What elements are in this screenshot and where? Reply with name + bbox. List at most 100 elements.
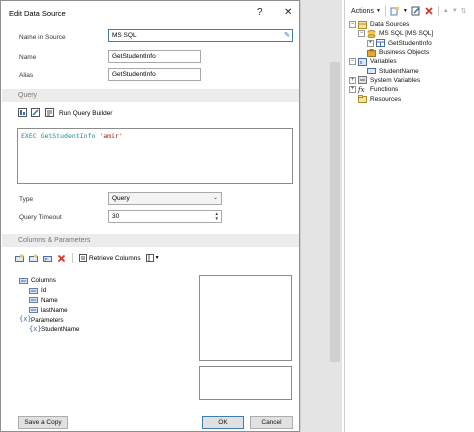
help-button[interactable]: ?	[257, 7, 263, 18]
spin-arrows-icon[interactable]: ▲ ▼	[215, 211, 219, 221]
tree-item-resources[interactable]: Resources	[349, 94, 474, 104]
tree-item-data-sources[interactable]: − Data Sources	[349, 20, 474, 29]
resources-icon	[358, 95, 367, 104]
column-options-button[interactable]: ▼	[145, 254, 160, 262]
toolbar-separator	[437, 6, 439, 16]
new-item-icon[interactable]	[390, 6, 400, 16]
tree-item-label: Variables	[370, 58, 397, 66]
collapse-icon[interactable]: −	[349, 58, 356, 66]
function-icon: fx	[358, 85, 365, 94]
query-arg-text: 'amir'	[99, 132, 123, 140]
tree-item-system-variables[interactable]: + System Variables	[349, 76, 474, 85]
dialog-titlebar[interactable]: Edit Data Source	[1, 1, 299, 25]
query-editor[interactable]: EXEC GetStudentInfo 'amir'	[17, 128, 293, 184]
tree-item-label: Id	[41, 287, 47, 295]
columns-toolbar: P Retrieve Columns ▼	[15, 252, 160, 264]
parameter-icon: {x}	[29, 324, 42, 333]
svg-text:x: x	[360, 60, 363, 66]
timeout-stepper[interactable]: 30 ▲ ▼	[108, 210, 222, 223]
expand-icon[interactable]: +	[349, 76, 356, 84]
tree-item-label: StudentName	[41, 326, 80, 334]
tree-item-column[interactable]: abc lastName	[19, 305, 189, 315]
new-calc-column-icon[interactable]	[29, 253, 38, 263]
actions-menu[interactable]: Actions ▼	[351, 8, 381, 15]
save-copy-button[interactable]: Save a Copy	[18, 416, 68, 429]
tree-item-column[interactable]: abc Id	[19, 286, 189, 296]
type-value: Query	[112, 195, 130, 202]
columns-section-header: Columns & Parameters	[2, 234, 299, 247]
name-label: Name	[19, 54, 37, 61]
delete-icon[interactable]	[424, 6, 434, 16]
variables-icon: x	[358, 57, 367, 66]
column-icon: abc	[29, 307, 38, 314]
name-in-source-field[interactable]: MS SQL ✎	[108, 29, 293, 42]
tree-item-label: MS SQL [MS SQL]	[379, 30, 434, 38]
chevron-down-icon: ▼	[375, 8, 381, 14]
table-icon	[376, 39, 385, 48]
query-section-header: Query	[2, 89, 299, 102]
toolbar-separator	[384, 6, 386, 16]
tree-item-label: System Variables	[370, 76, 421, 84]
type-dropdown[interactable]: Query ⌄	[108, 192, 222, 205]
designer-scrollbar[interactable]	[330, 62, 340, 362]
tree-item-business-objects[interactable]: Business Objects	[349, 48, 474, 57]
type-label: Type	[19, 196, 34, 203]
delete-icon[interactable]	[57, 254, 66, 263]
expand-icon[interactable]: +	[367, 39, 374, 47]
tree-item-label: StudentName	[379, 67, 419, 75]
tree-item-label: Resources	[370, 95, 402, 103]
tree-item-label: GetStudentInfo	[388, 39, 432, 47]
toolbar-separator	[72, 253, 73, 263]
move-down-icon[interactable]: ▼	[452, 8, 458, 14]
collapse-icon[interactable]: −	[358, 30, 365, 38]
tree-item-get-student-info[interactable]: + GetStudentInfo	[349, 39, 474, 48]
ok-button[interactable]: OK	[202, 416, 244, 429]
edit-query-icon[interactable]	[31, 108, 40, 117]
column-icon: abc	[29, 297, 38, 304]
new-parameter-icon[interactable]: P	[43, 254, 52, 263]
description-box[interactable]	[199, 366, 292, 400]
new-column-icon[interactable]	[15, 254, 24, 263]
tree-item-label: Name	[41, 296, 58, 304]
collapse-icon[interactable]: −	[349, 21, 356, 29]
name-value: GetStudentInfo	[112, 53, 156, 60]
cancel-button[interactable]: Cancel	[250, 416, 293, 429]
database-icon	[367, 29, 376, 39]
query-toolbar-icon[interactable]	[18, 108, 27, 117]
actions-label: Actions	[351, 7, 374, 15]
query-builder-icon[interactable]	[45, 108, 54, 117]
tree-item-functions[interactable]: + fx Functions	[349, 85, 474, 94]
edit-data-source-dialog: Edit Data Source ? ✕ Name in Source MS S…	[0, 0, 300, 432]
dictionary-panel: Actions ▼ ▼ ▲ ▼ ⇅ − Data Sources − MS SQ…	[344, 0, 474, 432]
run-query-builder-button[interactable]: Run Query Builder	[59, 110, 112, 117]
move-up-icon[interactable]: ▲	[443, 8, 449, 14]
chevron-down-icon: ▼	[154, 255, 160, 261]
pencil-icon[interactable]: ✎	[284, 30, 290, 41]
retrieve-columns-button[interactable]: Retrieve Columns	[79, 254, 141, 262]
columns-icon: abc	[19, 277, 28, 284]
edit-icon[interactable]	[411, 6, 421, 16]
name-in-source-label: Name in Source	[19, 34, 66, 41]
tree-item-label: Business Objects	[379, 49, 430, 57]
properties-box[interactable]	[199, 275, 292, 361]
tree-item-columns[interactable]: abc Columns	[19, 276, 189, 286]
close-button[interactable]: ✕	[284, 7, 292, 18]
tree-item-column[interactable]: abc Name	[19, 296, 189, 306]
tree-item-ms-sql[interactable]: − MS SQL [MS SQL]	[349, 29, 474, 39]
tree-item-parameter[interactable]: {x} StudentName	[19, 325, 189, 335]
retrieve-columns-icon	[79, 254, 87, 262]
chevron-down-icon[interactable]: ▼	[403, 8, 408, 14]
dictionary-tree: − Data Sources − MS SQL [MS SQL] + GetSt…	[349, 20, 474, 104]
tree-item-student-name[interactable]: StudentName	[349, 66, 474, 75]
tree-item-label: lastName	[41, 306, 68, 314]
name-field[interactable]: GetStudentInfo	[108, 50, 201, 63]
expand-icon[interactable]: +	[349, 86, 356, 94]
svg-text:P: P	[45, 257, 48, 262]
tree-item-variables[interactable]: − x Variables	[349, 57, 474, 66]
column-options-icon	[145, 254, 154, 262]
sort-icon[interactable]: ⇅	[461, 7, 467, 15]
dialog-title: Edit Data Source	[9, 8, 66, 18]
system-variables-icon	[358, 76, 367, 85]
tree-item-parameters[interactable]: {x} Parameters	[19, 315, 189, 325]
alias-field[interactable]: GetStudentInfo	[108, 68, 201, 81]
